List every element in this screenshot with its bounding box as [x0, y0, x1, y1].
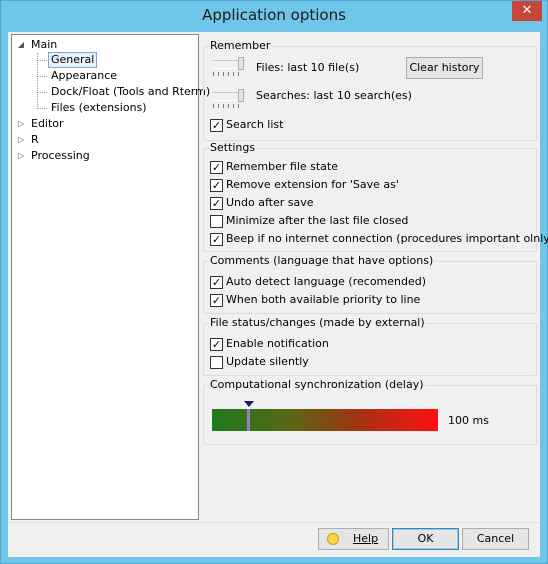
close-button[interactable]: ✕ — [512, 1, 542, 21]
expand-arrow-icon[interactable]: ▷ — [16, 148, 26, 164]
tree-connector — [37, 60, 47, 61]
close-icon: ✕ — [521, 3, 533, 18]
searches-slider-thumb[interactable] — [238, 89, 244, 102]
checkbox[interactable]: ✓ — [210, 338, 223, 351]
help-button[interactable]: Help — [318, 528, 389, 550]
files-slider-thumb[interactable] — [238, 57, 244, 70]
slider-tick — [238, 72, 239, 76]
checkbox-label: Beep if no internet connection (procedur… — [226, 232, 548, 245]
remember-group: Remember Files: last 10 file(s) Searches… — [203, 39, 537, 141]
lightbulb-icon — [327, 533, 339, 545]
sync-pointer-icon[interactable] — [244, 401, 254, 407]
checkbox-label: Minimize after the last file closed — [226, 214, 409, 227]
checkbox[interactable]: ✓ — [210, 179, 223, 192]
checkbox-label: Enable notification — [226, 337, 329, 350]
window-title: Application options — [202, 6, 346, 24]
tree-connector — [37, 92, 47, 93]
expand-arrow-icon[interactable]: ▷ — [16, 116, 26, 132]
sync-delay-marker[interactable] — [247, 409, 250, 431]
comments-group: Comments (language that have options) ✓ … — [203, 254, 537, 314]
checkbox-label: Search list — [226, 118, 284, 131]
files-slider-label: Files: last 10 file(s) — [256, 61, 360, 74]
checkbox[interactable]: ✓ — [210, 233, 223, 246]
group-title: Remember — [209, 39, 272, 53]
options-window: Application options ✕ ◢ Main General App… — [0, 0, 548, 564]
checkbox[interactable] — [210, 356, 223, 369]
slider-tick — [213, 104, 214, 108]
searches-slider-label: Searches: last 10 search(es) — [256, 89, 412, 102]
sync-delay-bar[interactable] — [212, 409, 438, 431]
tree-connector — [37, 53, 38, 109]
checkbox[interactable]: ✓ — [210, 294, 223, 307]
group-title: File status/changes (made by external) — [209, 316, 426, 330]
slider-tick — [218, 72, 219, 76]
tree-item-label: Files (extensions) — [51, 101, 147, 114]
slider-tick — [223, 104, 224, 108]
checkbox-label: Auto detect language (recomended) — [226, 275, 427, 288]
ok-button[interactable]: OK — [392, 528, 459, 550]
tree-item-label: R — [31, 133, 39, 146]
slider-tick — [228, 72, 229, 76]
checkbox-label: Remove extension for 'Save as' — [226, 178, 399, 191]
slider-tick — [228, 104, 229, 108]
collapse-arrow-icon[interactable]: ◢ — [16, 37, 26, 53]
tree-item-label: Main — [31, 38, 58, 51]
tree-item-label: Processing — [31, 149, 90, 162]
checkbox[interactable]: ✓ — [210, 276, 223, 289]
cancel-button[interactable]: Cancel — [462, 528, 529, 550]
checkbox[interactable]: ✓ — [210, 197, 223, 210]
checkbox[interactable]: ✓ — [210, 161, 223, 174]
checkbox-label: Remember file state — [226, 160, 338, 173]
clear-history-button[interactable]: Clear history — [406, 57, 483, 79]
file-status-group: File status/changes (made by external) ✓… — [203, 316, 537, 376]
group-title: Settings — [209, 141, 257, 155]
tree-item-label: Editor — [31, 117, 64, 130]
slider-tick — [218, 104, 219, 108]
slider-tick — [223, 72, 224, 76]
tree-connector — [37, 76, 47, 77]
options-tree[interactable]: ◢ Main General Appearance Dock/Float (To… — [11, 34, 210, 520]
help-label: Help — [353, 532, 379, 545]
checkbox-label: Undo after save — [226, 196, 314, 209]
title-bar[interactable]: Application options ✕ — [1, 1, 547, 32]
group-title: Computational synchronization (delay) — [209, 378, 425, 392]
slider-tick — [238, 104, 239, 108]
tree-item-label: Dock/Float (Tools and Rterm) — [51, 85, 211, 98]
slider-tick — [213, 72, 214, 76]
expand-arrow-icon[interactable]: ▷ — [16, 132, 26, 148]
group-title: Comments (language that have options) — [209, 254, 435, 268]
button-bar: Help OK Cancel — [8, 522, 540, 557]
tree-item-label: Appearance — [51, 69, 118, 82]
dialog-body: ◢ Main General Appearance Dock/Float (To… — [8, 32, 548, 557]
tree-connector — [37, 108, 47, 109]
checkbox[interactable] — [210, 215, 223, 228]
checkbox[interactable]: ✓ — [210, 119, 223, 132]
settings-group: Settings ✓ Remember file state ✓ Remove … — [203, 141, 548, 252]
sync-value-label: 100 ms — [448, 414, 489, 427]
checkbox-label: When both available priority to line — [226, 293, 421, 306]
slider-tick — [233, 72, 234, 76]
tree-item-label: General — [48, 52, 98, 68]
checkbox-label: Update silently — [226, 355, 309, 368]
slider-tick — [233, 104, 234, 108]
